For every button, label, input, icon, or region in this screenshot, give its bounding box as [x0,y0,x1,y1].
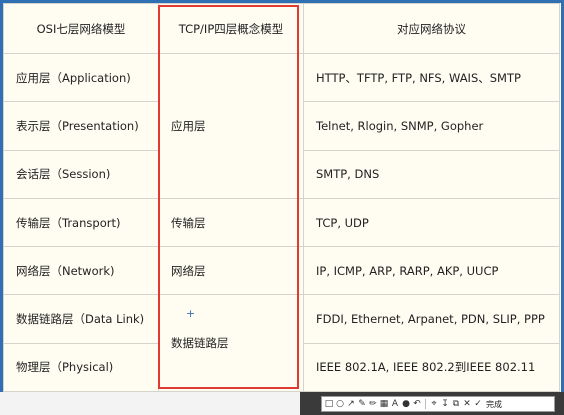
tcpip-layer-transport: 传输层 [158,197,304,248]
osi-layer-physical: 物理层（Physical) [3,342,159,393]
pin-to-screen-icon[interactable]: ⌖ [429,399,439,410]
arrow-icon[interactable]: ↗ [346,399,356,410]
header-protocols: 对应网络协议 [303,2,560,55]
ellipse-icon[interactable]: ○ [335,399,345,410]
cancel-icon[interactable]: ✕ [462,399,472,410]
osi-layer-datalink: 数据链路层（Data Link) [3,294,159,344]
done-icon[interactable]: ✓ [473,399,483,410]
osi-tcpip-table: OSI七层网络模型 TCP/IP四层概念模型 对应网络协议 应用层（Applic… [3,2,560,393]
tcpip-layer-datalink: 数据链路层 [158,294,304,392]
tcpip-layer-network: 网络层 [158,246,304,296]
osi-layer-network: 网络层（Network) [3,246,159,296]
pen-icon[interactable]: ✎ [357,399,367,410]
done-button[interactable]: 完成 [484,399,504,410]
header-osi: OSI七层网络模型 [3,2,159,55]
osi-layer-transport: 传输层（Transport) [3,197,159,248]
rectangle-icon[interactable]: □ [324,399,334,410]
protocols-network: IP, ICMP, ARP, RARP, AKP, UUCP [303,246,560,296]
table-row: 应用层（Application) 应用层 HTTP、TFTP, FTP, NFS… [3,53,560,199]
osi-layer-session: 会话层（Session) [3,149,159,199]
protocols-transport: TCP, UDP [303,197,560,248]
protocols-session: SMTP, DNS [303,149,560,199]
table-row: 传输层（Transport) 传输层 TCP, UDP [3,197,560,248]
undo-icon[interactable]: ↶ [412,399,422,410]
protocols-presentation: Telnet, Rlogin, SNMP, Gopher [303,101,560,151]
tcpip-layer-application: 应用层 [158,53,304,199]
save-icon[interactable]: ↧ [440,399,450,410]
mosaic-icon[interactable]: ▦ [379,399,389,410]
header-tcpip: TCP/IP四层概念模型 [158,2,304,55]
table-header-row: OSI七层网络模型 TCP/IP四层概念模型 对应网络协议 [3,2,560,55]
protocols-application: HTTP、TFTP, FTP, NFS, WAIS、SMTP [303,53,560,103]
toolbar-divider [425,399,426,409]
osi-layer-application: 应用层（Application) [3,53,159,103]
screenshot-toolbar: □ ○ ↗ ✎ ✏ ▦ A ● ↶ ⌖ ↧ ⧉ ✕ ✓ 完成 [321,396,555,412]
protocols-datalink: FDDI, Ethernet, Arpanet, PDN, SLIP, PPP [303,294,560,344]
table-row: 网络层（Network) 网络层 IP, ICMP, ARP, RARP, AK… [3,246,560,296]
protocols-physical: IEEE 802.1A, IEEE 802.2到IEEE 802.11 [303,342,560,393]
highlighter-icon[interactable]: ✏ [368,399,378,410]
table-row: 数据链路层（Data Link) 数据链路层 FDDI, Ethernet, A… [3,294,560,392]
pin-icon[interactable]: ● [401,399,411,410]
text-icon[interactable]: A [390,399,400,410]
copy-icon[interactable]: ⧉ [451,399,461,410]
osi-layer-presentation: 表示层（Presentation) [3,101,159,151]
crosshair-cursor-icon: + [186,307,196,320]
